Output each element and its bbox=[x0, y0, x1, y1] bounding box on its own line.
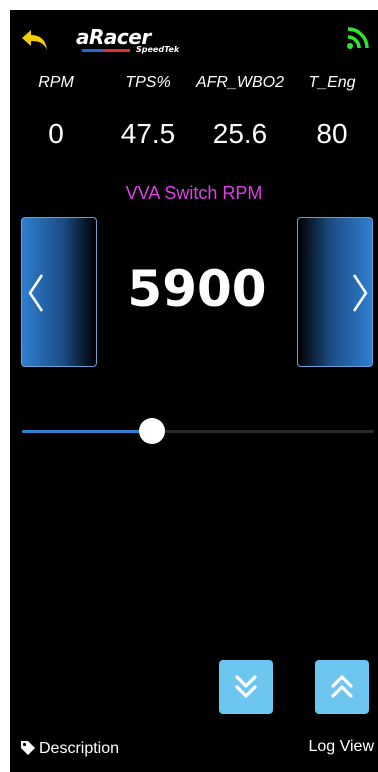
back-arrow-icon bbox=[22, 30, 47, 50]
next-parameter-button[interactable] bbox=[297, 217, 373, 367]
app-screen: aRacer SpeedTek RPM 0 TPS% 47.5 AFR_WBO2… bbox=[10, 10, 378, 772]
live-stats: RPM 0 TPS% 47.5 AFR_WBO2 25.6 T_Eng 80 bbox=[10, 70, 378, 170]
stat-label: AFR_WBO2 bbox=[195, 74, 284, 91]
wifi-signal-icon bbox=[347, 27, 369, 49]
previous-parameter-button[interactable] bbox=[21, 217, 97, 367]
stat-value: 47.5 bbox=[120, 118, 176, 149]
chevron-left-icon bbox=[28, 274, 44, 312]
slider-thumb[interactable] bbox=[139, 418, 166, 444]
stat-label: TPS% bbox=[125, 74, 171, 91]
step-up-button[interactable] bbox=[315, 660, 369, 714]
step-down-button[interactable] bbox=[219, 660, 273, 714]
double-chevron-down-icon bbox=[235, 675, 257, 698]
app-logo: aRacer SpeedTek bbox=[76, 25, 186, 57]
parameter-title: VVA Switch RPM bbox=[125, 183, 263, 203]
stat-label: RPM bbox=[38, 74, 74, 91]
chevron-right-icon bbox=[352, 274, 368, 312]
logo-subtext: SpeedTek bbox=[136, 45, 180, 54]
back-button[interactable] bbox=[20, 28, 50, 52]
stat-value: 0 bbox=[48, 118, 64, 149]
connection-button[interactable] bbox=[346, 26, 370, 50]
stat-value: 25.6 bbox=[212, 118, 268, 149]
logo-stripe-blue bbox=[82, 49, 104, 52]
slider-fill bbox=[22, 430, 153, 433]
stat-label: T_Eng bbox=[308, 74, 356, 91]
double-chevron-up-icon bbox=[331, 675, 353, 698]
parameter-slider[interactable] bbox=[22, 418, 374, 446]
log-view-button[interactable]: Log View bbox=[308, 738, 374, 760]
stat-value: 80 bbox=[316, 118, 348, 149]
parameter-value: 5900 bbox=[127, 260, 267, 318]
description-label: Description bbox=[39, 740, 120, 757]
logo-stripe-red bbox=[104, 49, 130, 52]
tag-icon bbox=[21, 741, 35, 755]
